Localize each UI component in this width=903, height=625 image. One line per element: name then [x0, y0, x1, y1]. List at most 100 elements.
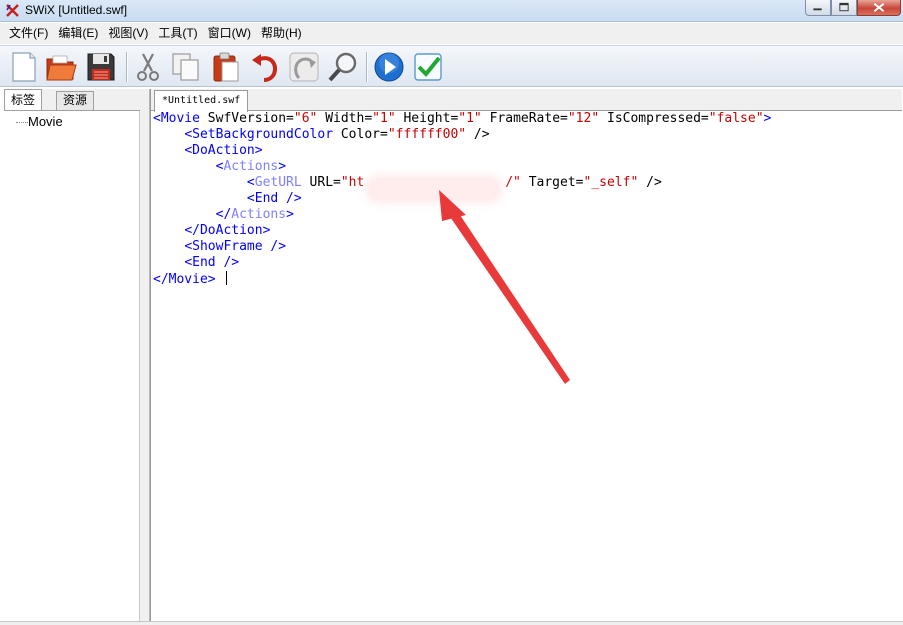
tree-item-movie[interactable]: Movie: [28, 114, 63, 129]
code-token: <End />: [246, 191, 302, 206]
code-line: </Movie>: [153, 271, 898, 287]
window-title: SWiX [Untitled.swf]: [25, 3, 128, 17]
code-token: "ffffff00": [387, 127, 467, 142]
copy-icon[interactable]: [169, 50, 203, 84]
tab-tags[interactable]: 标签: [4, 89, 43, 110]
code-token: <DoAction>: [184, 143, 263, 158]
save-icon[interactable]: [84, 50, 118, 84]
open-folder-icon[interactable]: [44, 50, 78, 84]
code-token: <: [246, 175, 255, 190]
maximize-button[interactable]: [831, 0, 857, 16]
left-panel-tabs: 标签 资源: [4, 89, 140, 110]
menu-bar: 文件(F) 编辑(E) 视图(V) 工具(T) 窗口(W) 帮助(H): [0, 23, 903, 44]
tab-resources[interactable]: 资源: [56, 91, 95, 110]
code-token: "1": [372, 111, 396, 126]
tab-untitled-swf[interactable]: *Untitled.swf: [154, 90, 249, 112]
code-editor[interactable]: <Movie SwfVersion="6" Width="1" Height="…: [153, 111, 898, 287]
code-line: <DoAction>: [153, 143, 898, 159]
new-file-icon[interactable]: [6, 50, 40, 84]
code-line: <Actions>: [153, 159, 898, 175]
url-redaction: [369, 178, 499, 200]
redo-icon[interactable]: [287, 50, 321, 84]
code-token: Actions: [223, 159, 279, 174]
tree-connector: [16, 122, 28, 123]
undo-icon[interactable]: [248, 50, 282, 84]
code-token: </DoAction>: [184, 223, 271, 238]
maximize-icon: [839, 2, 849, 12]
title-bar: SWiX [Untitled.swf]: [0, 0, 903, 22]
code-token: Target=: [520, 175, 584, 190]
menu-window[interactable]: 窗口(W): [203, 23, 256, 44]
find-icon[interactable]: [326, 50, 360, 84]
code-token: IsCompressed=: [599, 111, 709, 126]
code-line: <ShowFrame />: [153, 239, 898, 255]
code-token: GetURL: [254, 175, 302, 190]
code-token: Width=: [317, 111, 373, 126]
window-bottom-border: [0, 621, 903, 625]
play-icon[interactable]: [372, 50, 406, 84]
code-line: </Actions>: [153, 207, 898, 223]
code-token: Actions: [231, 207, 287, 222]
toolbar: [0, 45, 903, 87]
code-token: "1": [458, 111, 482, 126]
code-token: Movie: [160, 111, 200, 126]
validate-icon[interactable]: [411, 50, 445, 84]
code-line: <GetURL URL="ht /" Target="_self" />: [153, 175, 898, 191]
code-line: <Movie SwfVersion="6" Width="1" Height="…: [153, 111, 898, 127]
toolbar-separator: [126, 52, 127, 82]
code-token: "6": [293, 111, 318, 126]
close-button[interactable]: [857, 0, 901, 16]
code-token: Height=: [395, 111, 459, 126]
cut-icon[interactable]: [131, 50, 165, 84]
minimize-button[interactable]: [805, 0, 831, 16]
code-token: <ShowFrame />: [184, 239, 287, 254]
code-token: Color=: [333, 127, 388, 142]
editor-area: *Untitled.swf <Movie SwfVersion="6" Widt…: [150, 89, 902, 621]
code-token: URL=: [301, 175, 341, 190]
code-line: <SetBackgroundColor Color="ffffff00" />: [153, 127, 898, 143]
code-token: >: [286, 207, 294, 222]
code-token: </: [215, 207, 232, 222]
menu-view[interactable]: 视图(V): [103, 23, 153, 44]
minimize-icon: [813, 8, 822, 11]
menu-edit[interactable]: 编辑(E): [53, 23, 103, 44]
document-tab-strip: *Untitled.swf: [151, 89, 902, 112]
code-token: >: [763, 111, 772, 126]
code-token: "_self": [583, 175, 639, 190]
menu-help[interactable]: 帮助(H): [256, 23, 307, 44]
code-token: SwfVersion=: [199, 111, 294, 126]
tag-tree: Movie: [4, 110, 140, 621]
code-token: />: [638, 175, 662, 190]
code-token: "12": [567, 111, 600, 126]
close-icon: [873, 2, 885, 13]
code-token: <: [153, 111, 161, 126]
code-line: </DoAction>: [153, 223, 898, 239]
code-token: <End />: [184, 255, 240, 270]
paste-icon[interactable]: [209, 50, 243, 84]
toolbar-separator: [366, 52, 367, 82]
code-token: FrameRate=: [481, 111, 568, 126]
swix-app-icon: [6, 4, 19, 17]
menu-tools[interactable]: 工具(T): [153, 23, 202, 44]
code-line: <End />: [153, 255, 898, 271]
code-token: <SetBackgroundColor: [184, 127, 334, 142]
code-token: >: [278, 159, 287, 174]
code-line: <End />: [153, 191, 898, 207]
code-token: "false": [708, 111, 764, 126]
code-token: </Movie>: [153, 272, 216, 287]
panel-splitter[interactable]: [140, 89, 150, 621]
code-token: />: [466, 127, 490, 142]
menu-file[interactable]: 文件(F): [4, 23, 53, 44]
text-caret: [226, 271, 228, 285]
left-panel: 标签 资源 Movie: [4, 89, 140, 621]
